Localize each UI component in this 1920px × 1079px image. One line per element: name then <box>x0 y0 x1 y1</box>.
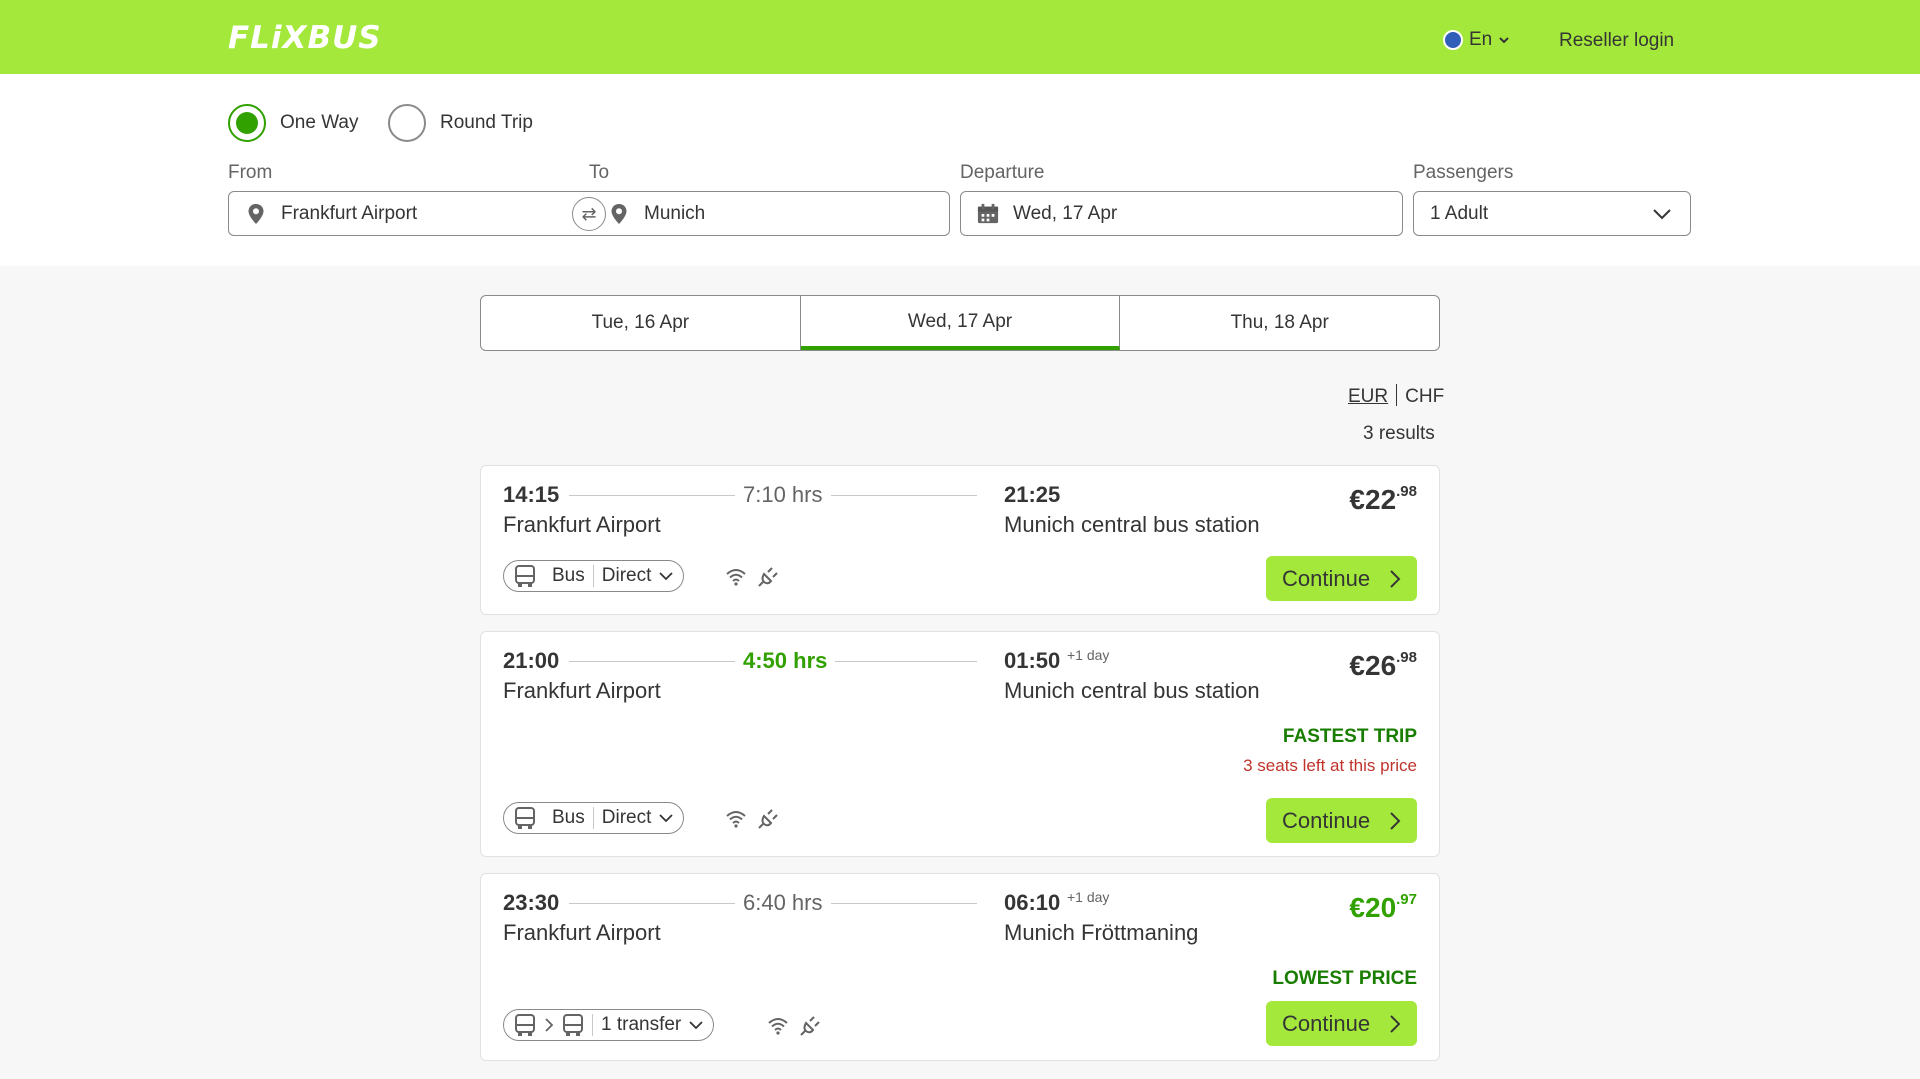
tab-date-prev[interactable]: Tue, 16 Apr <box>481 296 801 350</box>
trip-card: 21:00 Frankfurt Airport 4:50 hrs 01:50 +… <box>480 631 1440 857</box>
flixbus-logo[interactable]: FLiXBUS <box>228 20 382 56</box>
currency-eur[interactable]: EUR <box>1348 386 1388 407</box>
trip-duration: 7:10 hrs <box>735 482 831 508</box>
departure-station: Frankfurt Airport <box>503 512 661 537</box>
departure-time: 21:00 <box>503 648 560 673</box>
language-selector[interactable]: En <box>1443 29 1510 51</box>
trip-duration: 6:40 hrs <box>735 890 831 916</box>
one-way-label: One Way <box>280 112 359 133</box>
to-input[interactable]: Munich <box>590 203 705 225</box>
currency-chf[interactable]: CHF <box>1405 386 1444 407</box>
chevron-down-icon <box>1499 37 1509 44</box>
power-plug-icon <box>758 567 778 587</box>
wifi-icon <box>768 1018 788 1035</box>
chevron-right-icon <box>1390 1014 1401 1033</box>
departure-station: Frankfurt Airport <box>503 678 661 703</box>
tab-date-selected[interactable]: Wed, 17 Apr <box>800 296 1121 350</box>
wifi-icon <box>726 811 746 828</box>
trip-details-toggle[interactable]: 1 transfer <box>503 1009 715 1041</box>
chevron-right-icon <box>1390 811 1401 830</box>
mode-label: Bus <box>552 565 585 586</box>
date-tabs: Tue, 16 Apr Wed, 17 Apr Thu, 18 Apr <box>480 295 1440 351</box>
bus-icon <box>515 565 535 587</box>
radio-unselected-icon <box>388 104 426 142</box>
departure-station: Frankfurt Airport <box>503 920 661 945</box>
trip-price: €26.98 <box>1349 648 1417 681</box>
chevron-down-icon <box>659 572 674 581</box>
seats-left-warning: 3 seats left at this price <box>1243 756 1417 775</box>
continue-button[interactable]: Continue <box>1266 798 1417 843</box>
fastest-trip-badge: FASTEST TRIP <box>1282 726 1417 747</box>
trip-details-toggle[interactable]: Bus Direct <box>503 802 685 834</box>
currency-switch: EUR CHF <box>1348 384 1444 408</box>
departure-value: Wed, 17 Apr <box>1013 202 1118 224</box>
mode-label: Bus <box>552 807 585 828</box>
to-value: Munich <box>644 202 706 224</box>
power-plug-icon <box>800 1016 820 1036</box>
bus-icon <box>515 807 535 829</box>
location-pin-icon <box>245 203 267 225</box>
trip-price: €22.98 <box>1349 482 1417 515</box>
bus-icon <box>515 1014 535 1036</box>
connection-label: Direct <box>601 565 652 586</box>
trip-card: 14:15 Frankfurt Airport 7:10 hrs 21:25 M… <box>480 465 1440 615</box>
amenities <box>725 566 779 588</box>
continue-button[interactable]: Continue <box>1266 1001 1417 1046</box>
passengers-select[interactable]: 1 Adult <box>1413 191 1691 236</box>
trip-duration: 4:50 hrs <box>735 648 836 674</box>
passengers-value: 1 Adult <box>1430 202 1489 224</box>
chevron-right-icon <box>1390 569 1401 588</box>
from-value: Frankfurt Airport <box>281 202 418 224</box>
passengers-label: Passengers <box>1413 162 1514 183</box>
tab-date-next[interactable]: Thu, 18 Apr <box>1120 296 1439 350</box>
amenities <box>767 1015 821 1037</box>
next-day-indicator: +1 day <box>1067 647 1110 663</box>
chevron-down-icon <box>1653 208 1671 219</box>
to-label: To <box>589 162 610 183</box>
arrival-time: 01:50 <box>1004 648 1061 673</box>
bus-icon <box>563 1014 583 1036</box>
calendar-icon <box>977 203 999 225</box>
from-label: From <box>228 162 273 183</box>
location-pin-icon <box>608 203 630 225</box>
departure-time: 14:15 <box>503 482 560 507</box>
departure-label: Departure <box>960 162 1045 183</box>
one-way-radio[interactable]: One Way <box>228 104 359 142</box>
amenities <box>725 808 779 830</box>
departure-time: 23:30 <box>503 890 560 915</box>
reseller-login-link[interactable]: Reseller login <box>1559 30 1674 52</box>
top-bar: FLiXBUS En Reseller login <box>0 0 1920 74</box>
arrival-time: 06:10 <box>1004 890 1061 915</box>
chevron-down-icon <box>689 1021 703 1030</box>
radio-selected-icon <box>228 104 266 142</box>
language-label: En <box>1469 29 1493 50</box>
wifi-icon <box>726 569 746 586</box>
connection-label: Direct <box>601 807 652 828</box>
arrival-station: Munich Fröttmaning <box>1004 920 1199 945</box>
chevron-right-icon <box>545 1018 554 1032</box>
lowest-price-badge: LOWEST PRICE <box>1272 968 1417 989</box>
swap-icon[interactable]: ⇄ <box>572 197 606 231</box>
trip-price: €20.97 <box>1349 890 1417 923</box>
results-count: 3 results <box>1363 423 1435 444</box>
round-trip-label: Round Trip <box>440 112 533 133</box>
arrival-station: Munich central bus station <box>1004 678 1260 703</box>
departure-input[interactable]: Wed, 17 Apr <box>960 191 1403 236</box>
continue-button[interactable]: Continue <box>1266 556 1417 601</box>
round-trip-radio[interactable]: Round Trip <box>388 104 533 142</box>
from-input[interactable]: Frankfurt Airport <box>229 203 590 225</box>
globe-icon <box>1443 30 1463 50</box>
trip-details-toggle[interactable]: Bus Direct <box>503 560 685 592</box>
next-day-indicator: +1 day <box>1067 889 1110 905</box>
arrival-time: 21:25 <box>1004 482 1061 507</box>
trip-card: 23:30 Frankfurt Airport 6:40 hrs 06:10 +… <box>480 873 1440 1061</box>
arrival-station: Munich central bus station <box>1004 512 1260 537</box>
chevron-down-icon <box>659 814 674 823</box>
connection-label: 1 transfer <box>601 1014 682 1035</box>
power-plug-icon <box>758 809 778 829</box>
